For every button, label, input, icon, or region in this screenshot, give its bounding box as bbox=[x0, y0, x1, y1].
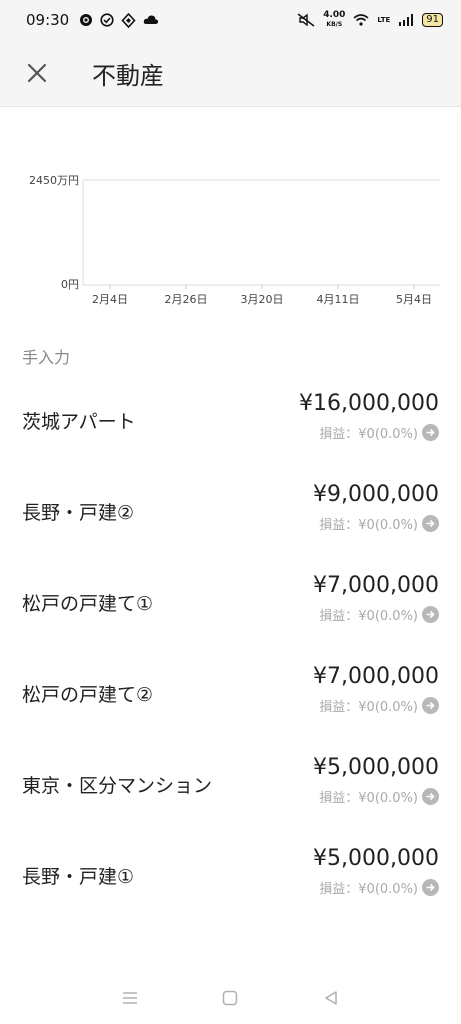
asset-profit-loss: 損益：¥0(0.0%) bbox=[319, 878, 439, 897]
sync-icon bbox=[121, 12, 136, 28]
net-speed-unit: KB/S bbox=[326, 21, 343, 28]
asset-value: ¥5,000,000 bbox=[313, 755, 439, 780]
asset-name: 松戸の戸建て② bbox=[22, 684, 154, 706]
x-ticks: 2月4日 2月26日 3月20日 4月11日 5月4日 bbox=[92, 285, 432, 306]
asset-name: 東京・区分マンション bbox=[22, 775, 213, 797]
arrow-right-icon bbox=[422, 697, 439, 714]
asset-name: 長野・戸建① bbox=[22, 866, 135, 888]
status-right: 4.00 KB/S LTE 91 bbox=[297, 11, 443, 29]
asset-profit-loss: 損益：¥0(0.0%) bbox=[319, 787, 439, 806]
mute-icon bbox=[297, 13, 315, 27]
x-tick-label: 2月26日 bbox=[165, 293, 208, 306]
status-left: 09:30 bbox=[26, 11, 159, 29]
asset-name: 茨城アパート bbox=[22, 411, 136, 433]
list-item[interactable]: 長野・戸建① ¥5,000,000 損益：¥0(0.0%) bbox=[0, 840, 461, 931]
asset-value: ¥9,000,000 bbox=[313, 482, 439, 507]
menu-icon bbox=[123, 992, 138, 1004]
asset-pl-text: 損益：¥0(0.0%) bbox=[319, 518, 418, 533]
list-item[interactable]: 東京・区分マンション ¥5,000,000 損益：¥0(0.0%) bbox=[0, 749, 461, 840]
close-button[interactable] bbox=[22, 58, 52, 88]
section-label-manual: 手入力 bbox=[22, 348, 71, 367]
asset-profit-loss: 損益：¥0(0.0%) bbox=[319, 423, 439, 442]
asset-pl-text: 損益：¥0(0.0%) bbox=[319, 427, 418, 442]
notification-icons bbox=[79, 12, 159, 28]
check-circle-icon bbox=[100, 13, 114, 27]
asset-name: 長野・戸建② bbox=[22, 502, 135, 524]
y-tick-label-max: 2450万円 bbox=[29, 174, 79, 187]
asset-chart: 2450万円 0円 2月4日 2月26日 3月20日 4月11日 5月4日 bbox=[29, 174, 440, 306]
x-tick-label: 2月4日 bbox=[92, 293, 128, 306]
x-tick-label: 3月20日 bbox=[241, 293, 284, 306]
list-item[interactable]: 松戸の戸建て② ¥7,000,000 損益：¥0(0.0%) bbox=[0, 658, 461, 749]
x-tick-label: 4月11日 bbox=[317, 293, 360, 306]
signal-icon bbox=[399, 14, 414, 26]
list-item[interactable]: 松戸の戸建て① ¥7,000,000 損益：¥0(0.0%) bbox=[0, 567, 461, 658]
asset-pl-text: 損益：¥0(0.0%) bbox=[319, 700, 418, 715]
cloud-icon bbox=[143, 15, 159, 24]
asset-profit-loss: 損益：¥0(0.0%) bbox=[319, 514, 439, 533]
asset-value: ¥5,000,000 bbox=[313, 846, 439, 871]
record-icon bbox=[80, 14, 93, 26]
menu-button[interactable] bbox=[115, 983, 145, 1013]
y-tick-label-zero: 0円 bbox=[61, 278, 79, 291]
back-icon bbox=[325, 991, 337, 1005]
asset-value: ¥7,000,000 bbox=[313, 664, 439, 689]
asset-value: ¥7,000,000 bbox=[313, 573, 439, 598]
wifi-icon bbox=[353, 14, 369, 26]
asset-pl-text: 損益：¥0(0.0%) bbox=[319, 609, 418, 624]
battery-indicator: 91 bbox=[422, 13, 443, 27]
page-title: 不動産 bbox=[92, 61, 164, 90]
list-item[interactable]: 長野・戸建② ¥9,000,000 損益：¥0(0.0%) bbox=[0, 476, 461, 567]
asset-list: 茨城アパート ¥16,000,000 損益：¥0(0.0%) 長野・戸建② ¥9… bbox=[0, 385, 461, 931]
home-button[interactable] bbox=[215, 983, 245, 1013]
back-button[interactable] bbox=[316, 983, 346, 1013]
app-bar: 不動産 bbox=[0, 40, 461, 107]
status-bar: 09:30 4.00 KB/S LTE 91 bbox=[0, 0, 461, 40]
arrow-right-icon bbox=[422, 424, 439, 441]
arrow-right-icon bbox=[422, 788, 439, 805]
asset-profit-loss: 損益：¥0(0.0%) bbox=[319, 696, 439, 715]
net-speed-value: 4.00 bbox=[323, 10, 346, 20]
arrow-right-icon bbox=[422, 606, 439, 623]
close-icon bbox=[27, 63, 47, 83]
asset-pl-text: 損益：¥0(0.0%) bbox=[319, 882, 418, 897]
asset-name: 松戸の戸建て① bbox=[22, 593, 154, 615]
net-speed: 4.00 KB/S bbox=[323, 11, 345, 29]
system-nav-bar bbox=[0, 972, 461, 1024]
arrow-right-icon bbox=[422, 515, 439, 532]
home-icon bbox=[223, 990, 238, 1006]
x-tick-label: 5月4日 bbox=[396, 293, 432, 306]
asset-value: ¥16,000,000 bbox=[299, 391, 439, 416]
asset-pl-text: 損益：¥0(0.0%) bbox=[319, 791, 418, 806]
lte-label: LTE bbox=[377, 16, 391, 24]
status-time: 09:30 bbox=[26, 11, 70, 29]
asset-profit-loss: 損益：¥0(0.0%) bbox=[319, 605, 439, 624]
arrow-right-icon bbox=[422, 879, 439, 896]
list-item[interactable]: 茨城アパート ¥16,000,000 損益：¥0(0.0%) bbox=[0, 385, 461, 476]
